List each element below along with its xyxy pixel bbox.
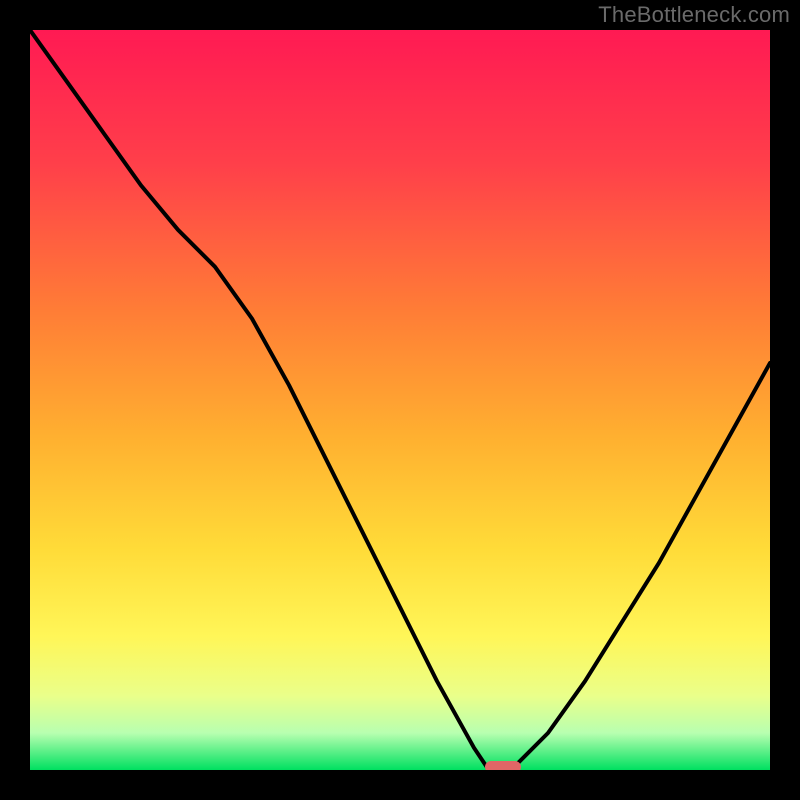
chart-svg bbox=[30, 30, 770, 770]
minimum-marker bbox=[485, 761, 521, 770]
site-watermark: TheBottleneck.com bbox=[598, 2, 790, 28]
heat-background bbox=[30, 30, 770, 770]
plot-area bbox=[30, 30, 770, 770]
chart-frame: TheBottleneck.com bbox=[0, 0, 800, 800]
